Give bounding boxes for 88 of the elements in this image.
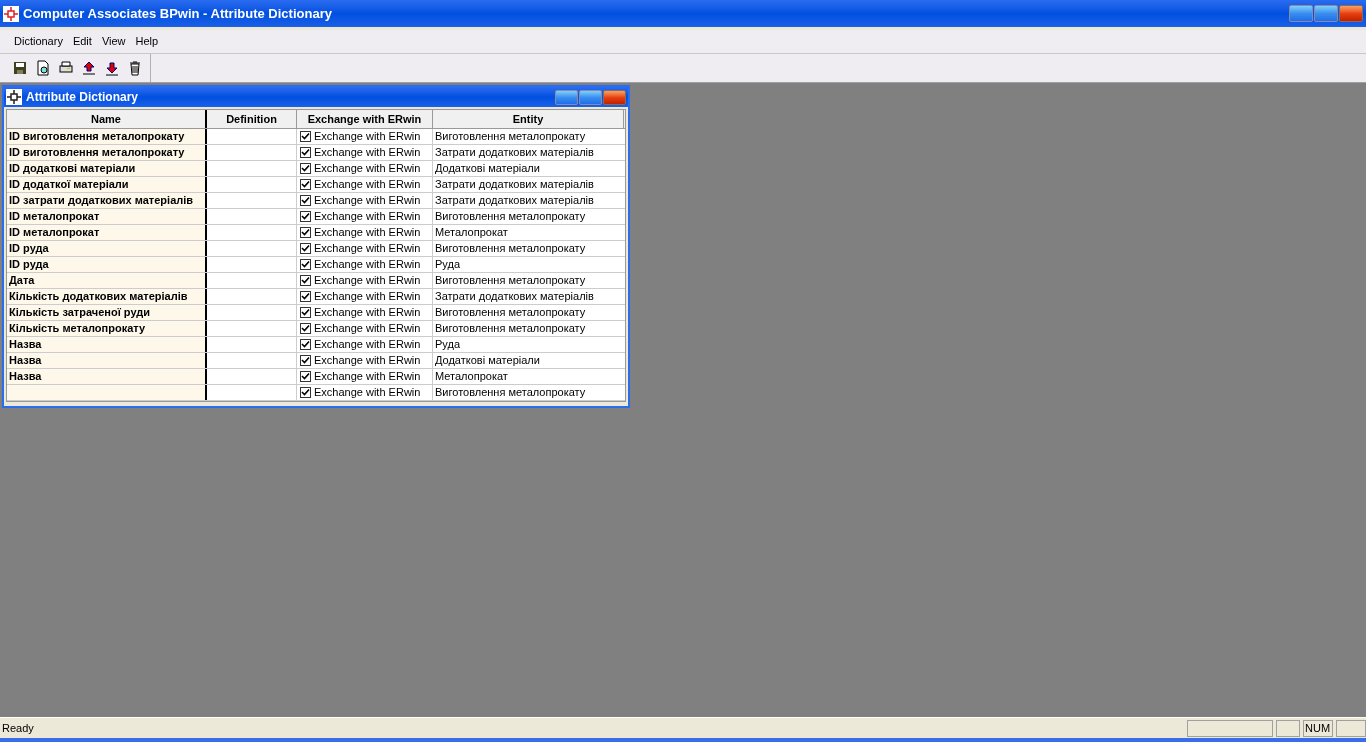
name-cell: ID металопрокат [7,209,207,224]
maximize-button[interactable] [1314,5,1338,22]
exchange-label: Exchange with ERwin [314,337,421,352]
status-indicator: NUM [1303,719,1333,737]
exchange-label: Exchange with ERwin [314,129,421,144]
entity-cell-text: Додаткові матеріали [434,353,541,368]
exchange-checkbox[interactable] [300,291,311,302]
name-cell: ID металопрокат [7,225,207,240]
name-cell: Назва [7,353,207,368]
exchange-label: Exchange with ERwin [314,225,421,240]
minimize-button[interactable] [555,89,578,105]
name-cell: ID затрати додаткових матеріалів [7,193,207,208]
entity-cell-text: Металопрокат [434,369,509,384]
name-cell: ID додаткої матеріали [7,177,207,192]
entity-cell-text: Затрати додаткових матеріалів [434,289,595,304]
menu-item[interactable]: Edit [72,33,92,50]
exchange-checkbox[interactable] [300,371,311,382]
menu-item[interactable]: Dictionary [14,33,63,50]
name-cell: ID виготовлення металопрокату [7,129,207,144]
maximize-button[interactable] [579,89,602,105]
entity-cell-text: Затрати додаткових матеріалів [434,193,595,208]
exchange-label: Exchange with ERwin [314,321,421,336]
name-cell: ID руда [7,241,207,256]
status-message: Ready [1,720,35,736]
entity-cell-text: Руда [434,257,461,272]
entity-cell-text: Виготовлення металопрокату [434,273,587,288]
exchange-label: Exchange with ERwin [314,273,421,288]
exchange-label: Exchange with ERwin [314,257,421,272]
exchange-checkbox[interactable] [300,179,311,190]
exchange-label: Exchange with ERwin [314,385,421,400]
exchange-checkbox[interactable] [300,323,311,334]
exchange-checkbox[interactable] [300,131,311,142]
exchange-checkbox[interactable] [300,355,311,366]
close-button[interactable] [603,89,626,105]
exchange-label: Exchange with ERwin [314,289,421,304]
column-header[interactable]: Entity [433,110,624,128]
name-cell: Кількість затраченої руди [7,305,207,320]
exchange-label: Exchange with ERwin [314,161,421,176]
minimize-button[interactable] [1289,5,1313,22]
exchange-label: Exchange with ERwin [314,177,421,192]
close-button[interactable] [1339,5,1363,22]
exchange-checkbox[interactable] [300,163,311,174]
window-title: Computer Associates BPwin - Attribute Dictionary [23,4,333,23]
child-window-title: Attribute Dictionary [26,89,139,106]
menu-item[interactable]: View [101,33,126,50]
name-cell: Дата [7,273,207,288]
entity-cell-text: Металопрокат [434,225,509,240]
entity-cell-text: Затрати додаткових матеріалів [434,177,595,192]
exchange-checkbox[interactable] [300,259,311,270]
exchange-checkbox[interactable] [300,339,311,350]
exchange-checkbox[interactable] [300,211,311,222]
exchange-checkbox[interactable] [300,227,311,238]
exchange-checkbox[interactable] [300,275,311,286]
child-window-icon [6,89,22,105]
name-cell: Назва [7,337,207,352]
exchange-checkbox[interactable] [300,387,311,398]
name-cell: Кількість додаткових матеріалів [7,289,207,304]
exchange-label: Exchange with ERwin [314,193,421,208]
exchange-label: Exchange with ERwin [314,209,421,224]
entity-cell-text: Виготовлення металопрокату [434,129,587,144]
entity-cell-text: Виготовлення металопрокату [434,209,587,224]
name-cell: ID додаткові матеріали [7,161,207,176]
entity-cell-text: Виготовлення металопрокату [434,305,587,320]
entity-cell-text: Виготовлення металопрокату [434,321,587,336]
column-header[interactable]: Exchange with ERwin [297,110,433,128]
exchange-checkbox[interactable] [300,243,311,254]
exchange-checkbox[interactable] [300,147,311,158]
name-cell: ID руда [7,257,207,272]
menu-item[interactable]: Help [135,33,159,50]
status-panel [1336,719,1366,737]
entity-cell-text: Додаткові матеріали [434,161,541,176]
exchange-label: Exchange with ERwin [314,241,421,256]
entity-cell-text: Руда [434,337,461,352]
exchange-label: Exchange with ERwin [314,353,421,368]
entity-cell-text: Виготовлення металопрокату [434,241,587,256]
status-panel [1276,719,1300,737]
entity-cell-text: Затрати додаткових матеріалів [434,145,595,160]
column-header[interactable]: Definition [207,110,297,128]
name-cell: Назва [7,369,207,384]
exchange-checkbox[interactable] [300,307,311,318]
exchange-label: Exchange with ERwin [314,145,421,160]
app-icon [3,5,19,22]
exchange-label: Exchange with ERwin [314,305,421,320]
name-cell: ID виготовлення металопрокату [7,145,207,160]
name-cell: Кількість металопрокату [7,321,207,336]
entity-cell-text: Виготовлення металопрокату [434,385,587,400]
exchange-checkbox[interactable] [300,195,311,206]
exchange-label: Exchange with ERwin [314,369,421,384]
